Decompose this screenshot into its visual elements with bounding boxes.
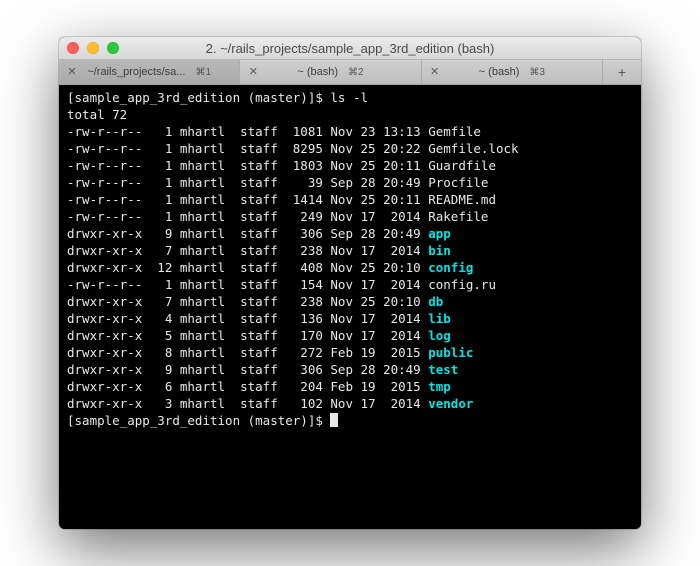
ls-row: -rw-r--r-- 1 mhartl staff 1414 Nov 25 20… xyxy=(67,191,633,208)
ls-meta: drwxr-xr-x 7 mhartl staff 238 Nov 17 201… xyxy=(67,243,428,258)
ls-row: -rw-r--r-- 1 mhartl staff 1803 Nov 25 20… xyxy=(67,157,633,174)
ls-filename: log xyxy=(428,328,451,343)
tab-shortcut: ⌘1 xyxy=(195,67,211,78)
ls-meta: -rw-r--r-- 1 mhartl staff 1803 Nov 25 20… xyxy=(67,158,428,173)
ls-meta: drwxr-xr-x 8 mhartl staff 272 Feb 19 201… xyxy=(67,345,428,360)
ls-row: -rw-r--r-- 1 mhartl staff 1081 Nov 23 13… xyxy=(67,123,633,140)
tab-label: ~/rails_projects/sa... xyxy=(87,66,185,78)
ls-filename: db xyxy=(428,294,443,309)
prompt-line: [sample_app_3rd_edition (master)]$ ls -l xyxy=(67,89,633,106)
ls-row: -rw-r--r-- 1 mhartl staff 39 Sep 28 20:4… xyxy=(67,174,633,191)
ls-meta: drwxr-xr-x 7 mhartl staff 238 Nov 25 20:… xyxy=(67,294,428,309)
ls-row: drwxr-xr-x 6 mhartl staff 204 Feb 19 201… xyxy=(67,378,633,395)
ls-filename: Gemfile xyxy=(428,124,481,139)
close-icon[interactable] xyxy=(67,42,79,54)
ls-filename: Guardfile xyxy=(428,158,496,173)
ls-row: drwxr-xr-x 9 mhartl staff 306 Sep 28 20:… xyxy=(67,225,633,242)
ls-row: drwxr-xr-x 7 mhartl staff 238 Nov 17 201… xyxy=(67,242,633,259)
total-line: total 72 xyxy=(67,106,633,123)
ls-meta: -rw-r--r-- 1 mhartl staff 1414 Nov 25 20… xyxy=(67,192,428,207)
ls-filename: config xyxy=(428,260,473,275)
ls-filename: vendor xyxy=(428,396,473,411)
cursor xyxy=(330,413,338,427)
prompt: [sample_app_3rd_edition (master)]$ xyxy=(67,90,323,105)
add-tab-button[interactable]: + xyxy=(603,60,641,84)
ls-filename: Gemfile.lock xyxy=(428,141,518,156)
ls-row: drwxr-xr-x 9 mhartl staff 306 Sep 28 20:… xyxy=(67,361,633,378)
ls-row: drwxr-xr-x 7 mhartl staff 238 Nov 25 20:… xyxy=(67,293,633,310)
ls-meta: drwxr-xr-x 9 mhartl staff 306 Sep 28 20:… xyxy=(67,226,428,241)
tab-2[interactable]: ✕ ~ (bash) ⌘3 xyxy=(422,60,603,84)
ls-row: -rw-r--r-- 1 mhartl staff 154 Nov 17 201… xyxy=(67,276,633,293)
tabbar: ✕ ~/rails_projects/sa... ⌘1 ✕ ~ (bash) ⌘2 ✕ ~ (… xyxy=(59,60,641,85)
tab-label: ~ (bash) xyxy=(479,66,520,78)
ls-meta: drwxr-xr-x 6 mhartl staff 204 Feb 19 201… xyxy=(67,379,428,394)
tab-label: ~ (bash) xyxy=(297,66,338,78)
prompt-line: [sample_app_3rd_edition (master)]$ xyxy=(67,412,633,429)
tab-close-icon[interactable]: ✕ xyxy=(246,65,260,79)
ls-filename: test xyxy=(428,362,458,377)
ls-row: -rw-r--r-- 1 mhartl staff 249 Nov 17 201… xyxy=(67,208,633,225)
ls-row: -rw-r--r-- 1 mhartl staff 8295 Nov 25 20… xyxy=(67,140,633,157)
ls-meta: -rw-r--r-- 1 mhartl staff 154 Nov 17 201… xyxy=(67,277,428,292)
ls-filename: tmp xyxy=(428,379,451,394)
window-title: 2. ~/rails_projects/sample_app_3rd_editi… xyxy=(59,41,641,56)
ls-row: drwxr-xr-x 4 mhartl staff 136 Nov 17 201… xyxy=(67,310,633,327)
terminal-window: 2. ~/rails_projects/sample_app_3rd_editi… xyxy=(59,37,641,529)
ls-meta: drwxr-xr-x 12 mhartl staff 408 Nov 25 20… xyxy=(67,260,428,275)
ls-filename: Procfile xyxy=(428,175,488,190)
ls-row: drwxr-xr-x 5 mhartl staff 170 Nov 17 201… xyxy=(67,327,633,344)
ls-meta: drwxr-xr-x 4 mhartl staff 136 Nov 17 201… xyxy=(67,311,428,326)
command: ls -l xyxy=(330,90,368,105)
ls-meta: drwxr-xr-x 5 mhartl staff 170 Nov 17 201… xyxy=(67,328,428,343)
tab-shortcut: ⌘2 xyxy=(348,67,364,78)
prompt: [sample_app_3rd_edition (master)]$ xyxy=(67,413,323,428)
tab-1[interactable]: ✕ ~ (bash) ⌘2 xyxy=(240,60,421,84)
ls-filename: bin xyxy=(428,243,451,258)
ls-meta: -rw-r--r-- 1 mhartl staff 39 Sep 28 20:4… xyxy=(67,175,428,190)
ls-meta: -rw-r--r-- 1 mhartl staff 8295 Nov 25 20… xyxy=(67,141,428,156)
ls-filename: Rakefile xyxy=(428,209,488,224)
ls-meta: -rw-r--r-- 1 mhartl staff 249 Nov 17 201… xyxy=(67,209,428,224)
ls-row: drwxr-xr-x 3 mhartl staff 102 Nov 17 201… xyxy=(67,395,633,412)
tab-close-icon[interactable]: ✕ xyxy=(65,65,79,79)
ls-meta: drwxr-xr-x 9 mhartl staff 306 Sep 28 20:… xyxy=(67,362,428,377)
ls-filename: lib xyxy=(428,311,451,326)
tab-0[interactable]: ✕ ~/rails_projects/sa... ⌘1 xyxy=(59,60,240,84)
ls-filename: README.md xyxy=(428,192,496,207)
ls-filename: app xyxy=(428,226,451,241)
terminal-output[interactable]: [sample_app_3rd_edition (master)]$ ls -l… xyxy=(59,85,641,529)
ls-meta: drwxr-xr-x 3 mhartl staff 102 Nov 17 201… xyxy=(67,396,428,411)
ls-row: drwxr-xr-x 8 mhartl staff 272 Feb 19 201… xyxy=(67,344,633,361)
tab-close-icon[interactable]: ✕ xyxy=(428,65,442,79)
ls-filename: public xyxy=(428,345,473,360)
titlebar[interactable]: 2. ~/rails_projects/sample_app_3rd_editi… xyxy=(59,37,641,60)
ls-filename: config.ru xyxy=(428,277,496,292)
ls-row: drwxr-xr-x 12 mhartl staff 408 Nov 25 20… xyxy=(67,259,633,276)
minimize-icon[interactable] xyxy=(87,42,99,54)
traffic-lights xyxy=(67,42,119,54)
zoom-icon[interactable] xyxy=(107,42,119,54)
ls-meta: -rw-r--r-- 1 mhartl staff 1081 Nov 23 13… xyxy=(67,124,428,139)
tab-shortcut: ⌘3 xyxy=(529,67,545,78)
